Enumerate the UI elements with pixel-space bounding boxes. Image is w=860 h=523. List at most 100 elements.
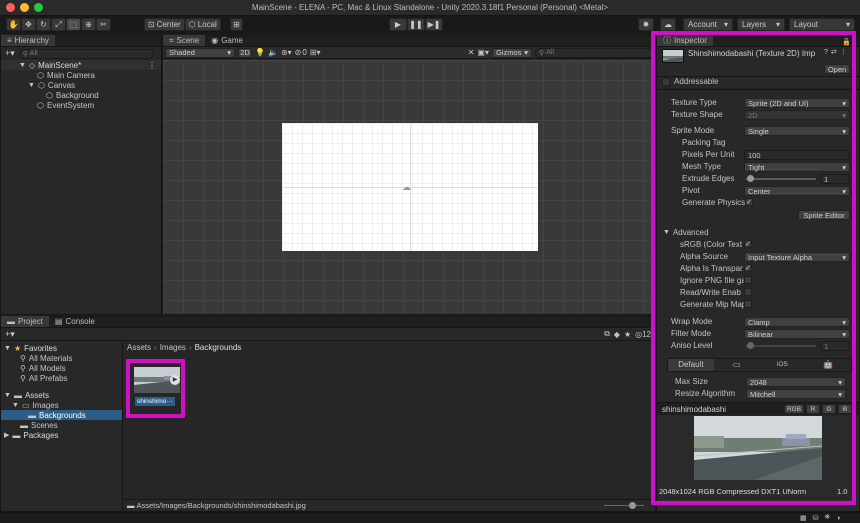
- tree-item-all-prefabs[interactable]: ⚲ All Prefabs: [1, 373, 122, 383]
- step-icon: ▶❚: [427, 20, 441, 29]
- collab-icon[interactable]: ✹: [638, 18, 654, 31]
- audio-icon[interactable]: 🔈: [268, 48, 278, 57]
- light-icon[interactable]: 💡: [255, 48, 265, 57]
- tab-hierarchy[interactable]: ≡ Hierarchy: [1, 35, 55, 46]
- gameobject-icon: ⬡: [37, 100, 44, 110]
- hierarchy-panel: ≡ Hierarchy +▾ ⚲ All ▼ ◇ MainScene* ⋮ ⬡ Main …: [0, 35, 162, 315]
- cloud-icon[interactable]: ☁: [660, 18, 676, 31]
- pause-button[interactable]: ❚❚: [407, 18, 425, 31]
- project-panel: ▬ Project ▤ Console +▾ ⧉ ◆ ★ ◎ 12 ▼ ★ Favorit…: [0, 316, 656, 512]
- project-content: Assets › Images › Backgrounds ▶ shinshimo·…: [124, 342, 655, 511]
- grid-snap-icon[interactable]: ⊞: [230, 18, 243, 31]
- hierarchy-item-background[interactable]: ⬡ Background: [1, 90, 161, 100]
- account-dropdown[interactable]: Account ▾: [683, 18, 733, 31]
- scale-tool-icon[interactable]: ⤢: [51, 18, 66, 31]
- search-icon: ⚲: [20, 373, 26, 383]
- tree-item-scenes[interactable]: ▬ Scenes: [1, 420, 122, 430]
- chevron-down-icon: ▾: [524, 48, 528, 57]
- breadcrumb-images[interactable]: Images: [160, 343, 186, 352]
- breadcrumb-assets[interactable]: Assets: [127, 343, 151, 352]
- progress-icon[interactable]: ▦: [800, 514, 807, 522]
- eye-icon: ◎: [635, 329, 643, 339]
- pivot-icon: ⊡: [148, 20, 155, 29]
- gizmos-dropdown[interactable]: Gizmos ▾: [492, 47, 532, 58]
- tools-icon[interactable]: ✕: [468, 48, 475, 57]
- chevron-down-icon: ▼: [19, 61, 26, 69]
- grid-toggle-icon[interactable]: ⊞▾: [310, 48, 321, 57]
- search-icon: ⚲: [20, 353, 26, 363]
- hierarchy-item-main-camera[interactable]: ⬡ Main Camera: [1, 70, 161, 80]
- rotate-tool-icon[interactable]: ↻: [36, 18, 51, 31]
- create-asset-button[interactable]: +▾: [5, 329, 15, 340]
- pivot-local-button[interactable]: ⬡ Local: [184, 18, 221, 31]
- tab-game[interactable]: ◉ Game: [205, 35, 249, 46]
- tree-item-backgrounds[interactable]: ▬ Backgrounds: [1, 410, 122, 420]
- play-button[interactable]: ▶: [389, 18, 407, 31]
- scene-search-input[interactable]: ⚲ All: [535, 47, 653, 58]
- camera-icon[interactable]: ▣▾: [477, 48, 489, 57]
- layout-dropdown[interactable]: Layout ▾: [789, 18, 855, 31]
- chevron-down-icon: ▼: [4, 391, 11, 399]
- toggle-2d-button[interactable]: 2D: [238, 47, 252, 58]
- tab-console[interactable]: ▤ Console: [49, 316, 101, 327]
- folder-icon: ▬: [7, 317, 15, 326]
- list-icon: ≡: [7, 36, 12, 45]
- gameobject-icon: ⬡: [37, 70, 44, 80]
- scene-viewport[interactable]: ☁: [163, 60, 655, 314]
- tree-item-all-models[interactable]: ⚲ All Models: [1, 363, 122, 373]
- tree-item-assets[interactable]: ▼ ▬ Assets: [1, 390, 122, 400]
- chevron-down-icon: ▾: [845, 20, 850, 29]
- pivot-handle-icon[interactable]: ☁: [402, 182, 411, 193]
- thumbnail-size-slider-handle[interactable]: [629, 502, 636, 509]
- debug-icon[interactable]: ⛯: [825, 514, 831, 522]
- custom-tool-icon[interactable]: ✂: [96, 18, 111, 31]
- hierarchy-item-canvas[interactable]: ▼ ⬡ Canvas: [1, 80, 161, 90]
- effects-icon[interactable]: ⊛▾: [281, 48, 292, 57]
- chevron-down-icon: ▼: [28, 81, 35, 89]
- filter-label-icon[interactable]: ◆: [614, 330, 620, 339]
- cache-icon[interactable]: ⛁: [813, 514, 819, 522]
- canvas-rect[interactable]: ☁: [282, 123, 538, 251]
- search-icon: ⚲: [22, 50, 28, 58]
- transform-tool-icon[interactable]: ⊕: [81, 18, 96, 31]
- rect-tool-icon[interactable]: ⬚: [66, 18, 81, 31]
- scene-icon: ⌗: [169, 35, 174, 45]
- more-options-icon[interactable]: ⋮: [148, 61, 156, 70]
- folder-icon: ▬: [12, 430, 21, 440]
- unity-scene-icon: ◇: [28, 60, 36, 70]
- tree-item-all-materials[interactable]: ⚲ All Materials: [1, 353, 122, 363]
- chevron-down-icon: ▾: [723, 20, 728, 29]
- hierarchy-item-mainscene[interactable]: ▼ ◇ MainScene* ⋮: [1, 60, 161, 70]
- local-icon: ⬡: [188, 20, 196, 29]
- tree-item-favorites[interactable]: ▼ ★ Favorites: [1, 343, 122, 353]
- hierarchy-item-eventsystem[interactable]: ⬡ EventSystem: [1, 100, 161, 110]
- tree-item-packages[interactable]: ▶ ▬ Packages: [1, 430, 122, 440]
- favorite-icon[interactable]: ★: [624, 330, 631, 339]
- project-folder-tree: ▼ ★ Favorites ⚲ All Materials ⚲ All Models ⚲…: [1, 342, 123, 511]
- thumbnail-size-slider[interactable]: [604, 505, 644, 506]
- folder-open-icon: ▭: [21, 400, 30, 410]
- project-footer: ▬ Assets/Images/Backgrounds/shinshimodaba…: [124, 499, 655, 511]
- move-tool-icon[interactable]: ✥: [21, 18, 36, 31]
- add-object-button[interactable]: +▾: [5, 48, 15, 59]
- step-button[interactable]: ▶❚: [425, 18, 443, 31]
- folder-icon: ▬: [28, 410, 36, 420]
- hierarchy-search-input[interactable]: ⚲ All: [18, 48, 154, 59]
- hidden-packages-toggle[interactable]: ◎ 12: [635, 330, 651, 339]
- shading-mode-dropdown[interactable]: Shaded ▾: [165, 47, 235, 58]
- tab-scene[interactable]: ⌗ Scene: [163, 35, 206, 46]
- layers-dropdown[interactable]: Layers ▾: [737, 18, 785, 31]
- hand-tool-icon[interactable]: ✋: [6, 18, 21, 31]
- collab-status-icon[interactable]: ◑: [836, 515, 840, 522]
- chevron-down-icon: ▼: [4, 344, 11, 352]
- tree-item-images[interactable]: ▼ ▭ Images: [1, 400, 122, 410]
- breadcrumb-backgrounds[interactable]: Backgrounds: [195, 343, 242, 352]
- title-bar: MainScene - ELENA - PC, Mac & Linux Stan…: [0, 0, 860, 16]
- gameobject-icon: ⬡: [46, 90, 53, 100]
- chevron-down-icon: ▾: [227, 48, 231, 57]
- filter-type-icon[interactable]: ⧉: [604, 329, 610, 339]
- pivot-center-button[interactable]: ⊡ Center: [144, 18, 185, 31]
- hidden-objects-toggle[interactable]: ⊘ 0: [295, 48, 307, 57]
- tab-project[interactable]: ▬ Project: [1, 316, 49, 327]
- folder-icon: ▬: [20, 420, 28, 430]
